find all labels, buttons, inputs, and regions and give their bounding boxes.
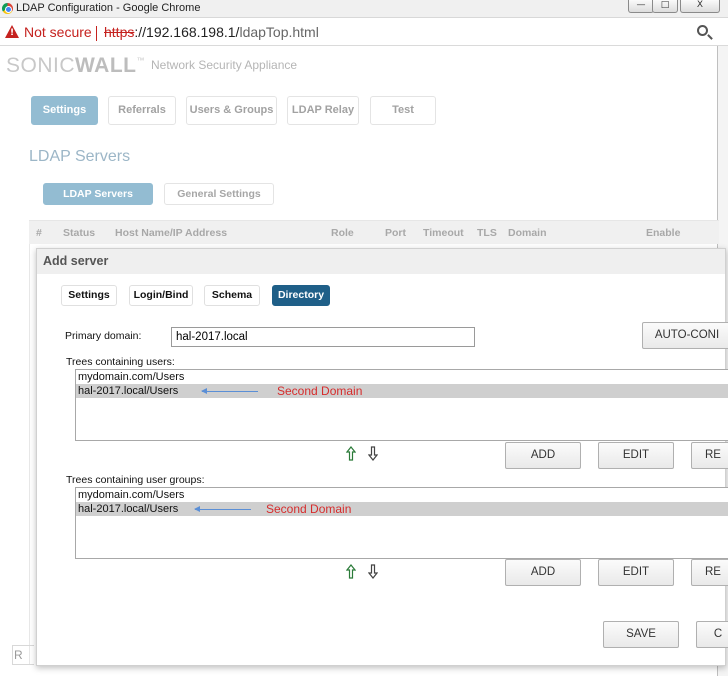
annotation-arrow-icon — [194, 506, 251, 512]
annotation-arrow-icon — [201, 388, 258, 394]
url-scheme: https — [104, 24, 135, 40]
annotation-second-domain: Second Domain — [266, 502, 352, 516]
dialog-tab-schema[interactable]: Schema — [204, 285, 260, 306]
group-trees-list[interactable]: mydomain.com/Users hal-2017.local/Users … — [75, 487, 728, 559]
brand-name-light: SONIC — [6, 54, 76, 77]
col-tls: TLS — [477, 227, 497, 239]
sonicwall-logo: SONICWALL™ — [6, 54, 145, 78]
remove-group-tree-button[interactable]: RE — [691, 559, 728, 586]
group-tree-item-label: hal-2017.local/Users — [78, 503, 179, 515]
group-tree-item[interactable]: mydomain.com/Users — [76, 488, 728, 502]
browser-window: LDAP Configuration - Google Chrome — □ X… — [0, 0, 728, 676]
window-title: LDAP Configuration - Google Chrome — [16, 2, 201, 14]
primary-domain-label: Primary domain: — [65, 330, 142, 342]
tab-referrals[interactable]: Referrals — [108, 96, 176, 125]
edit-user-tree-button[interactable]: EDIT — [598, 442, 674, 469]
col-role: Role — [331, 227, 354, 239]
tab-ldap-relay[interactable]: LDAP Relay — [287, 96, 359, 125]
security-indicator[interactable]: Not secure — [24, 24, 92, 40]
user-tree-item[interactable]: mydomain.com/Users — [76, 370, 728, 384]
dialog-tab-login-bind[interactable]: Login/Bind — [129, 285, 193, 306]
brand-name-bold: WALL — [75, 54, 137, 77]
user-tree-item-selected[interactable]: hal-2017.local/Users Second Domain — [76, 384, 728, 398]
section-title: LDAP Servers — [29, 148, 131, 165]
primary-domain-input[interactable]: hal-2017.local — [171, 327, 475, 347]
col-port: Port — [385, 227, 406, 239]
move-up-icon[interactable] — [346, 564, 356, 579]
dialog-tab-directory[interactable]: Directory — [272, 285, 330, 306]
move-down-icon[interactable] — [368, 564, 378, 579]
annotation-second-domain: Second Domain — [277, 384, 363, 398]
group-trees-label: Trees containing user groups: — [66, 474, 205, 486]
save-button[interactable]: SAVE — [603, 621, 679, 648]
user-trees-list[interactable]: mydomain.com/Users hal-2017.local/Users … — [75, 369, 728, 441]
move-up-icon[interactable] — [346, 446, 356, 461]
title-bar: LDAP Configuration - Google Chrome — □ X — [0, 0, 728, 18]
brand-tm: ™ — [136, 56, 145, 65]
tab-users-groups[interactable]: Users & Groups — [186, 96, 277, 125]
address-separator — [96, 26, 97, 41]
zoom-icon[interactable] — [697, 25, 708, 36]
dialog-title: Add server — [43, 254, 109, 268]
add-group-tree-button[interactable]: ADD — [505, 559, 581, 586]
page-left-rule — [29, 244, 30, 664]
dialog-tab-settings[interactable]: Settings — [61, 285, 117, 306]
add-server-dialog: Add server Settings Login/Bind Schema Di… — [36, 248, 728, 666]
auto-configure-button[interactable]: AUTO-CONI — [642, 322, 728, 349]
minimize-button[interactable]: — — [628, 0, 654, 13]
warning-icon[interactable]: ! — [5, 25, 19, 38]
user-tree-item-label: hal-2017.local/Users — [78, 385, 179, 397]
user-trees-label: Trees containing users: — [66, 356, 175, 368]
maximize-button[interactable]: □ — [652, 0, 678, 13]
remove-user-tree-button[interactable]: RE — [691, 442, 728, 469]
close-window-button[interactable]: X — [680, 0, 720, 13]
col-number: # — [36, 227, 42, 239]
url-text[interactable]: https://192.168.198.1/ldapTop.html — [104, 24, 319, 40]
address-bar[interactable]: ! Not secure https://192.168.198.1/ldapT… — [0, 19, 728, 46]
servers-table-header: # Status Host Name/IP Address Role Port … — [29, 220, 719, 244]
subtab-general-settings[interactable]: General Settings — [164, 183, 274, 205]
url-host: ://192.168.198.1/ — [134, 24, 240, 40]
tab-test[interactable]: Test — [370, 96, 436, 125]
col-host: Host Name/IP Address — [115, 227, 228, 239]
dialog-header: Add server — [37, 249, 725, 274]
add-user-tree-button[interactable]: ADD — [505, 442, 581, 469]
move-down-icon[interactable] — [368, 446, 378, 461]
group-tree-item-selected[interactable]: hal-2017.local/Users Second Domain — [76, 502, 728, 516]
cancel-button[interactable]: C — [696, 621, 728, 648]
col-domain: Domain — [508, 227, 547, 239]
brand-tagline: Network Security Appliance — [151, 58, 298, 72]
tab-settings[interactable]: Settings — [31, 96, 98, 125]
hidden-button-label: R — [14, 648, 23, 662]
chrome-logo-icon — [2, 3, 13, 14]
edit-group-tree-button[interactable]: EDIT — [598, 559, 674, 586]
subtab-ldap-servers[interactable]: LDAP Servers — [43, 183, 153, 205]
col-timeout: Timeout — [423, 227, 464, 239]
col-status: Status — [63, 227, 96, 239]
col-enable: Enable — [646, 227, 681, 239]
url-path: ldapTop.html — [239, 24, 319, 40]
